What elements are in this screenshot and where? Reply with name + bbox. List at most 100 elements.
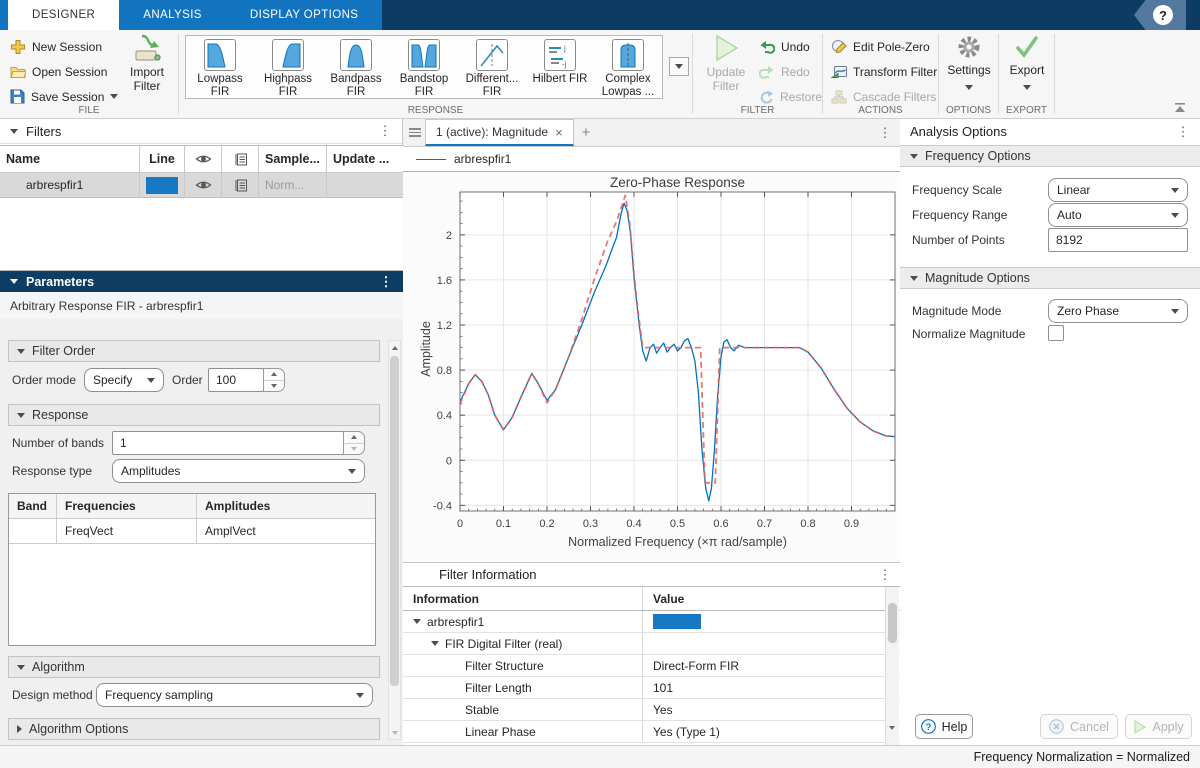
close-tab-icon[interactable]: × (555, 125, 563, 140)
number-of-points-input[interactable]: 8192 (1048, 228, 1188, 252)
amplitudes-column-header[interactable]: Amplitudes (197, 494, 375, 519)
row-collapse-icon[interactable] (413, 619, 421, 624)
plot-canvas[interactable]: 00.10.20.30.40.50.60.70.80.9-0.400.40.81… (403, 172, 900, 562)
filter-order-section-header[interactable]: Filter Order (8, 340, 380, 362)
filter-info-row[interactable]: Filter Length 101 (403, 677, 900, 699)
new-tab-button[interactable]: + (582, 124, 591, 141)
column-header-annotation[interactable] (222, 146, 259, 173)
gallery-dropdown-button[interactable] (669, 57, 689, 76)
filter-row-arbrespfir1[interactable]: arbrespfir1 Norm... (0, 173, 403, 198)
filter-info-row[interactable]: arbrespfir1 (403, 611, 900, 633)
filter-color-swatch[interactable] (653, 614, 701, 629)
cancel-button[interactable]: Cancel (1040, 714, 1118, 739)
parameters-kebab-menu-icon[interactable]: ⋮ (379, 274, 393, 290)
frequency-scale-select[interactable]: Linear (1048, 178, 1188, 202)
order-spinner[interactable] (263, 368, 285, 392)
scroll-up-icon[interactable] (392, 346, 398, 350)
filter-line-cell[interactable] (140, 173, 185, 198)
filter-order-header-label: Filter Order (32, 344, 95, 358)
scrollbar-thumb[interactable] (390, 356, 399, 686)
amplitudes-cell[interactable]: AmplVect (197, 519, 375, 544)
order-mode-value: Specify (93, 373, 132, 387)
gallery-item-bandstop-fir[interactable]: BandstopFIR (390, 36, 458, 98)
redo-button[interactable]: Redo (755, 59, 822, 84)
magnitude-options-section-header[interactable]: Magnitude Options (900, 267, 1200, 289)
parameters-collapse-icon[interactable] (10, 279, 18, 284)
transform-filter-button[interactable]: Transform Filter (825, 59, 937, 84)
help-button[interactable]: ? Help (915, 714, 973, 739)
design-method-select[interactable]: Frequency sampling (96, 683, 373, 707)
filter-update-cell[interactable] (327, 173, 403, 198)
export-dropdown-icon[interactable] (1023, 85, 1031, 90)
collapse-ribbon-button[interactable] (1172, 102, 1188, 114)
filter-visibility-cell[interactable] (185, 173, 222, 198)
tab-analysis[interactable]: ANALYSIS (119, 0, 226, 30)
order-input[interactable]: 100 (208, 368, 264, 392)
gallery-item-bandpass-fir[interactable]: BandpassFIR (322, 36, 390, 98)
gallery-item-lowpass-fir[interactable]: LowpassFIR (186, 36, 254, 98)
row-collapse-icon[interactable] (431, 641, 439, 646)
frequencies-column-header[interactable]: Frequencies (57, 494, 197, 519)
magnitude-mode-select[interactable]: Zero Phase (1048, 299, 1188, 323)
frequency-range-select[interactable]: Auto (1048, 203, 1188, 227)
open-session-button[interactable]: Open Session (0, 59, 118, 84)
line-color-swatch[interactable] (146, 177, 178, 194)
settings-dropdown-icon[interactable] (965, 85, 973, 90)
display-kebab-menu-icon[interactable]: ⋮ (878, 125, 892, 141)
number-of-bands-input[interactable]: 1 (112, 431, 344, 455)
edit-pole-zero-button[interactable]: Edit Pole-Zero (825, 34, 937, 59)
algorithm-section-header[interactable]: Algorithm (8, 656, 380, 678)
filter-info-row[interactable]: Linear Phase Yes (Type 1) (403, 721, 900, 743)
tab-designer[interactable]: DESIGNER (8, 0, 119, 30)
algorithm-options-section-header[interactable]: Algorithm Options (8, 718, 380, 740)
response-section-header[interactable]: Response (8, 404, 380, 426)
band-column-header[interactable]: Band (9, 494, 57, 519)
frequency-options-section-header[interactable]: Frequency Options (900, 145, 1200, 167)
analysis-options-kebab-menu-icon[interactable]: ⋮ (1176, 124, 1190, 140)
parameters-scrollbar[interactable] (388, 340, 401, 740)
column-header-update[interactable]: Update ... (327, 146, 403, 173)
apply-button[interactable]: Apply (1125, 714, 1192, 739)
filter-info-row[interactable]: FIR Digital Filter (real) (403, 633, 900, 655)
filters-collapse-icon[interactable] (10, 129, 18, 134)
number-of-bands-spinner[interactable] (343, 431, 365, 455)
settings-button[interactable]: Settings (942, 34, 996, 93)
column-header-name[interactable]: Name (0, 146, 140, 173)
display-list-icon[interactable] (409, 128, 421, 137)
filters-kebab-menu-icon[interactable]: ⋮ (378, 123, 392, 139)
scroll-down-icon[interactable] (889, 726, 895, 744)
gallery-item-highpass-fir[interactable]: HighpassFIR (254, 36, 322, 98)
filter-annotation-cell[interactable] (222, 173, 259, 198)
zero-phase-response-plot[interactable]: Zero-Phase Response Amplitude 00.10.20.3… (403, 172, 900, 562)
scroll-down-icon[interactable] (392, 731, 398, 735)
update-filter-button[interactable]: Update Filter (699, 34, 753, 93)
column-header-sample[interactable]: Sample... (259, 146, 327, 173)
export-button[interactable]: Export (1000, 34, 1054, 93)
tab-display-options[interactable]: DISPLAY OPTIONS (226, 0, 382, 30)
gallery-item-hilbert-fir[interactable]: j-j Hilbert FIR (526, 36, 594, 98)
normalize-magnitude-checkbox[interactable] (1048, 325, 1064, 341)
filter-info-row[interactable]: Filter Structure Direct-Form FIR (403, 655, 900, 677)
value-column-header[interactable]: Value (643, 587, 900, 610)
undo-button[interactable]: Undo (755, 34, 822, 59)
gallery-item-differentiator-fir[interactable]: Different...FIR (458, 36, 526, 98)
gallery-item-complex-lowpass[interactable]: ComplexLowpas ... (594, 36, 662, 98)
filter-info-scrollbar[interactable] (885, 587, 899, 746)
response-type-select[interactable]: Amplitudes (112, 459, 365, 483)
new-session-button[interactable]: New Session (0, 34, 118, 59)
filter-name-cell[interactable]: arbrespfir1 (0, 173, 140, 198)
display-tab-magnitude[interactable]: 1 (active): Magnitude × (425, 119, 574, 146)
info-column-header[interactable]: Information (403, 587, 643, 610)
band-cell[interactable] (9, 519, 57, 544)
scrollbar-thumb[interactable] (888, 603, 897, 643)
help-button-titlebar[interactable]: ? (1134, 0, 1186, 30)
column-header-line[interactable]: Line (140, 146, 185, 173)
column-header-visibility[interactable] (185, 146, 222, 173)
filter-sample-cell[interactable]: Norm... (259, 173, 327, 198)
frequencies-cell[interactable]: FreqVect (57, 519, 197, 544)
order-mode-select[interactable]: Specify (84, 368, 164, 392)
import-filter-button[interactable]: Import Filter (120, 34, 174, 93)
save-session-dropdown-icon[interactable] (110, 94, 118, 99)
filter-info-kebab-menu-icon[interactable]: ⋮ (878, 567, 892, 583)
filter-info-row[interactable]: Stable Yes (403, 699, 900, 721)
